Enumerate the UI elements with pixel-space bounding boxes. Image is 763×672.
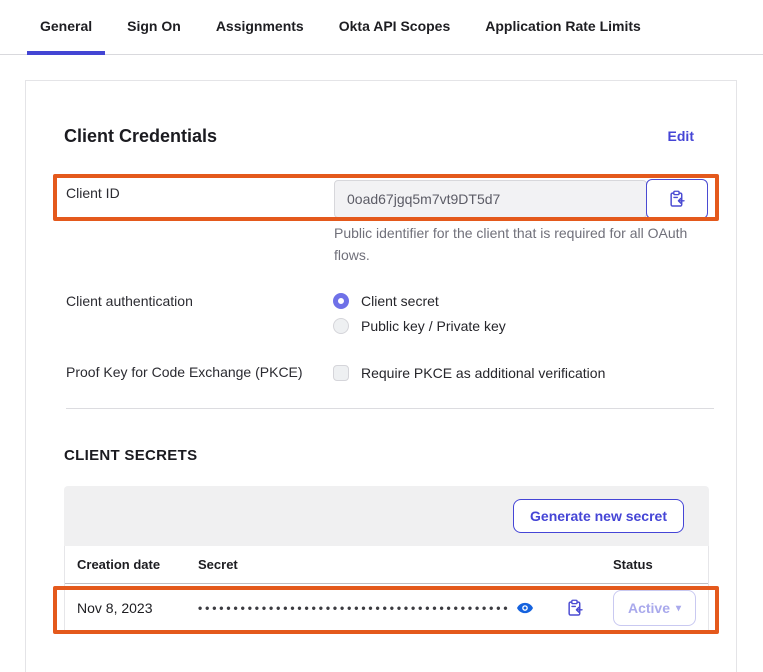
secret-creation-date: Nov 8, 2023	[77, 600, 198, 616]
radio-public-private-key-label: Public key / Private key	[361, 318, 506, 334]
client-id-help-text: Public identifier for the client that is…	[334, 222, 706, 266]
pkce-checkbox[interactable]	[333, 365, 349, 381]
generate-new-secret-button[interactable]: Generate new secret	[513, 499, 684, 533]
client-id-field[interactable]: 0oad67jgq5m7vt9DT5d7	[334, 180, 647, 218]
caret-down-icon: ▾	[676, 603, 681, 614]
client-secrets-toolbar: Generate new secret	[64, 486, 709, 546]
section-title: Client Credentials	[64, 126, 217, 147]
client-secrets-table: Generate new secret Creation date Secret…	[64, 486, 709, 632]
tab-bar: General Sign On Assignments Okta API Sco…	[0, 0, 763, 55]
secret-cell: ••••••••••••••••••••••••••••••••••••••••…	[198, 599, 613, 617]
status-badge: Active	[628, 600, 670, 616]
clipboard-copy-icon	[668, 190, 686, 208]
radio-public-private-key[interactable]	[333, 318, 349, 334]
tab-assignments[interactable]: Assignments	[203, 0, 317, 55]
copy-secret-button[interactable]	[566, 599, 584, 617]
table-row: Nov 8, 2023 ••••••••••••••••••••••••••••…	[65, 584, 708, 632]
pkce-label: Proof Key for Code Exchange (PKCE)	[66, 364, 303, 380]
client-secrets-title: CLIENT SECRETS	[64, 447, 197, 464]
table-header-row: Creation date Secret Status	[65, 546, 708, 584]
masked-secret-value: ••••••••••••••••••••••••••••••••••••••••…	[198, 601, 510, 615]
tab-sign-on[interactable]: Sign On	[114, 0, 194, 55]
tab-okta-api-scopes[interactable]: Okta API Scopes	[326, 0, 464, 55]
tab-general[interactable]: General	[27, 0, 105, 55]
radio-client-secret-label: Client secret	[361, 293, 439, 309]
client-secrets-table-body: Creation date Secret Status Nov 8, 2023 …	[64, 546, 709, 632]
reveal-secret-button[interactable]	[516, 599, 534, 617]
copy-client-id-button[interactable]	[646, 179, 708, 219]
column-header-creation-date: Creation date	[77, 557, 198, 572]
clipboard-copy-icon	[566, 599, 584, 617]
radio-client-secret[interactable]	[333, 293, 349, 309]
eye-icon	[516, 599, 534, 617]
section-divider	[66, 408, 714, 409]
client-id-label: Client ID	[66, 185, 120, 201]
column-header-status: Status	[613, 557, 708, 572]
tab-application-rate-limits[interactable]: Application Rate Limits	[472, 0, 654, 55]
column-header-secret: Secret	[198, 557, 613, 572]
status-dropdown-button[interactable]: Active ▾	[613, 590, 696, 626]
status-cell: Active ▾	[613, 590, 708, 626]
edit-link[interactable]: Edit	[668, 128, 694, 144]
client-authentication-label: Client authentication	[66, 293, 193, 309]
okta-app-settings-page: General Sign On Assignments Okta API Sco…	[0, 0, 763, 672]
pkce-option-label: Require PKCE as additional verification	[361, 365, 605, 381]
general-settings-card: Client Credentials Edit Client ID 0oad67…	[25, 80, 737, 672]
